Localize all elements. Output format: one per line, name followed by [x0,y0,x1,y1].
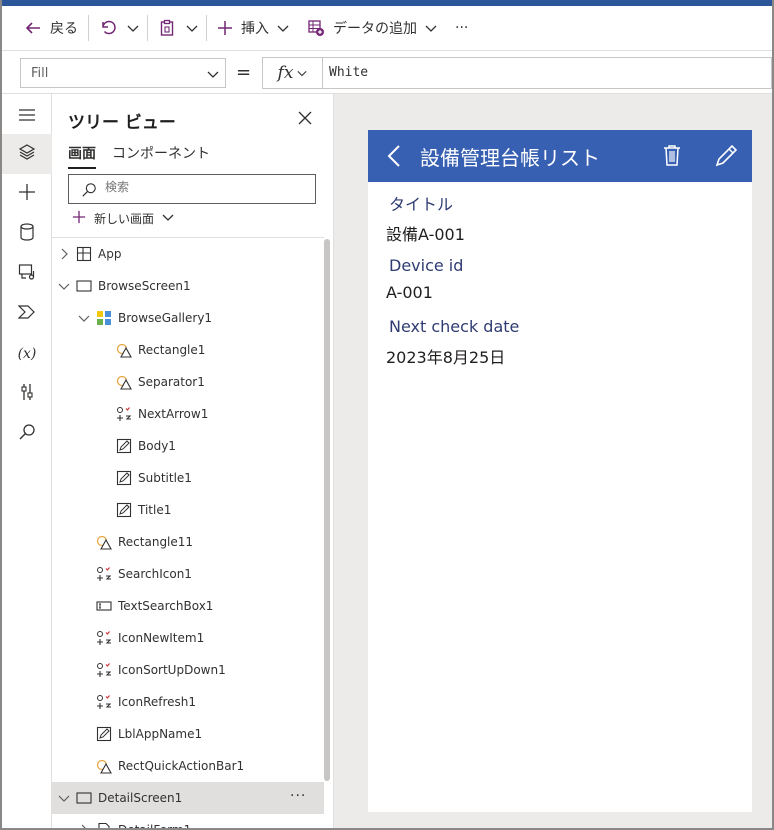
window-frame [0,0,774,830]
